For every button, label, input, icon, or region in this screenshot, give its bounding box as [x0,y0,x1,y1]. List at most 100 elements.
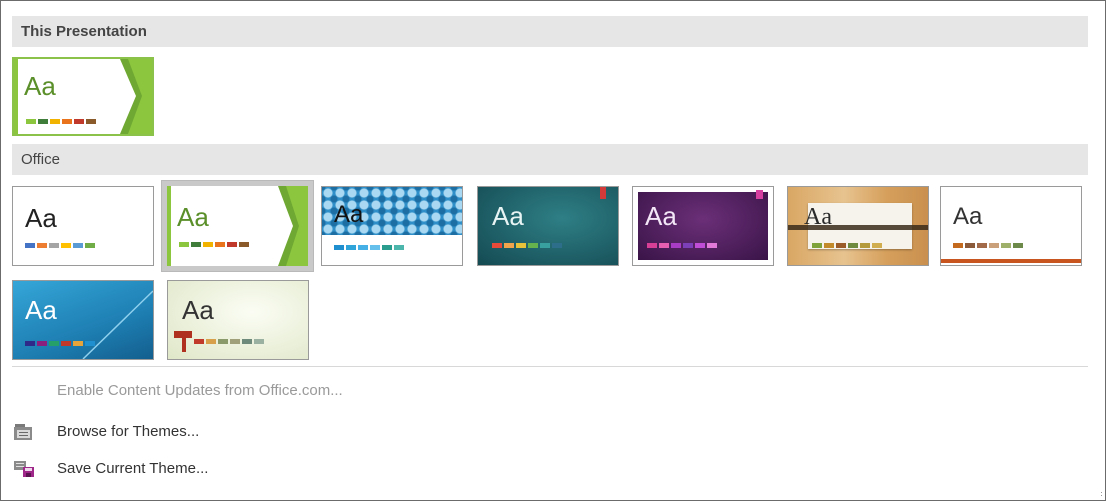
swatch [242,339,252,344]
swatch [50,119,60,124]
theme-thumbnail-plain[interactable]: Aa [940,186,1082,266]
swatch [215,242,225,247]
swatch [1013,243,1023,248]
swatch [848,243,858,248]
swatch [73,243,83,248]
theme-chevron-graphic [120,59,152,134]
swatch [61,341,71,346]
swatch [647,243,657,248]
swatch [49,341,59,346]
swatch [334,245,344,250]
swatch [528,243,538,248]
swatch [552,243,562,248]
swatch [707,243,717,248]
theme-color-swatches [179,242,251,247]
theme-preview-text: Aa [25,295,57,325]
swatch [977,243,987,248]
save-theme-icon [14,461,34,477]
theme-ribbon-tag [174,331,192,338]
theme-bottom-bar [941,259,1081,263]
theme-color-swatches [812,243,884,248]
swatch [25,341,35,346]
swatch [85,243,95,248]
theme-corner-tag [756,190,763,199]
swatch [73,341,83,346]
theme-accent-bar [167,186,171,266]
swatch [540,243,550,248]
theme-color-swatches [647,243,719,248]
enable-content-updates-label: Enable Content Updates from Office.com..… [57,382,343,399]
swatch [836,243,846,248]
theme-color-swatches [26,119,98,124]
theme-preview-frame: Aa [167,186,308,266]
theme-thumbnail-office[interactable]: Aa [12,186,154,266]
enable-content-updates-item[interactable]: Enable Content Updates from Office.com..… [11,378,511,404]
theme-color-swatches [492,243,564,248]
section-header-office: Office [12,144,1088,175]
resize-grip-icon[interactable] [1097,492,1103,498]
swatch [346,245,356,250]
theme-preview-text: Aa [953,203,983,230]
swatch [504,243,514,248]
swatch [953,243,963,248]
swatch [26,119,36,124]
swatch [206,339,216,344]
swatch [49,243,59,248]
swatch [86,119,96,124]
theme-thumbnail-purple[interactable]: Aa [632,186,774,266]
theme-preview-text: Aa [182,295,214,325]
swatch [659,243,669,248]
themes-gallery-dropdown: This Presentation Aa Office Aa Aa Aa Aa … [0,0,1106,501]
theme-preview-text: Aa [492,201,524,231]
swatch [203,242,213,247]
swatch [191,242,201,247]
swatch [872,243,882,248]
swatch [38,119,48,124]
theme-preview-text: Aa [645,201,677,231]
swatch [239,242,249,247]
swatch [812,243,822,248]
swatch [227,242,237,247]
swatch [824,243,834,248]
theme-corner-tag [600,187,606,199]
theme-thumbnail-blue-slant[interactable]: Aa [12,280,154,360]
theme-thumbnail-current[interactable]: Aa [12,57,154,136]
swatch [382,245,392,250]
theme-chevron-graphic [278,186,308,266]
save-current-theme-label: Save Current Theme... [57,460,209,477]
theme-thumbnail-facet-selected[interactable]: Aa [161,180,314,272]
swatch [1001,243,1011,248]
theme-color-swatches [25,341,97,346]
theme-preview-text: Aa [334,201,364,228]
theme-color-swatches [194,339,266,344]
swatch [671,243,681,248]
swatch [74,119,84,124]
theme-preview-text: Aa [177,202,209,232]
swatch [965,243,975,248]
browse-for-themes-item[interactable]: Browse for Themes... [11,419,511,445]
swatch [358,245,368,250]
theme-thumbnail-sage[interactable]: Aa [167,280,309,360]
swatch [989,243,999,248]
theme-preview-text: Aa [25,203,57,233]
theme-preview-text: Aa [804,204,832,230]
theme-color-swatches [25,243,97,248]
swatch [695,243,705,248]
theme-thumbnail-wood[interactable]: Aa [787,186,929,266]
swatch [85,341,95,346]
theme-color-swatches [953,243,1025,248]
swatch [683,243,693,248]
swatch [516,243,526,248]
theme-thumbnail-teal[interactable]: Aa [477,186,619,266]
theme-thumbnail-pattern[interactable]: Aa [321,186,463,266]
swatch [61,243,71,248]
browse-folder-icon [14,424,32,440]
theme-color-swatches [334,245,406,250]
section-header-this-presentation: This Presentation [12,16,1088,47]
swatch [254,339,264,344]
menu-divider [12,366,1088,367]
swatch [230,339,240,344]
swatch [194,339,204,344]
swatch [370,245,380,250]
save-current-theme-item[interactable]: Save Current Theme... [11,456,511,482]
